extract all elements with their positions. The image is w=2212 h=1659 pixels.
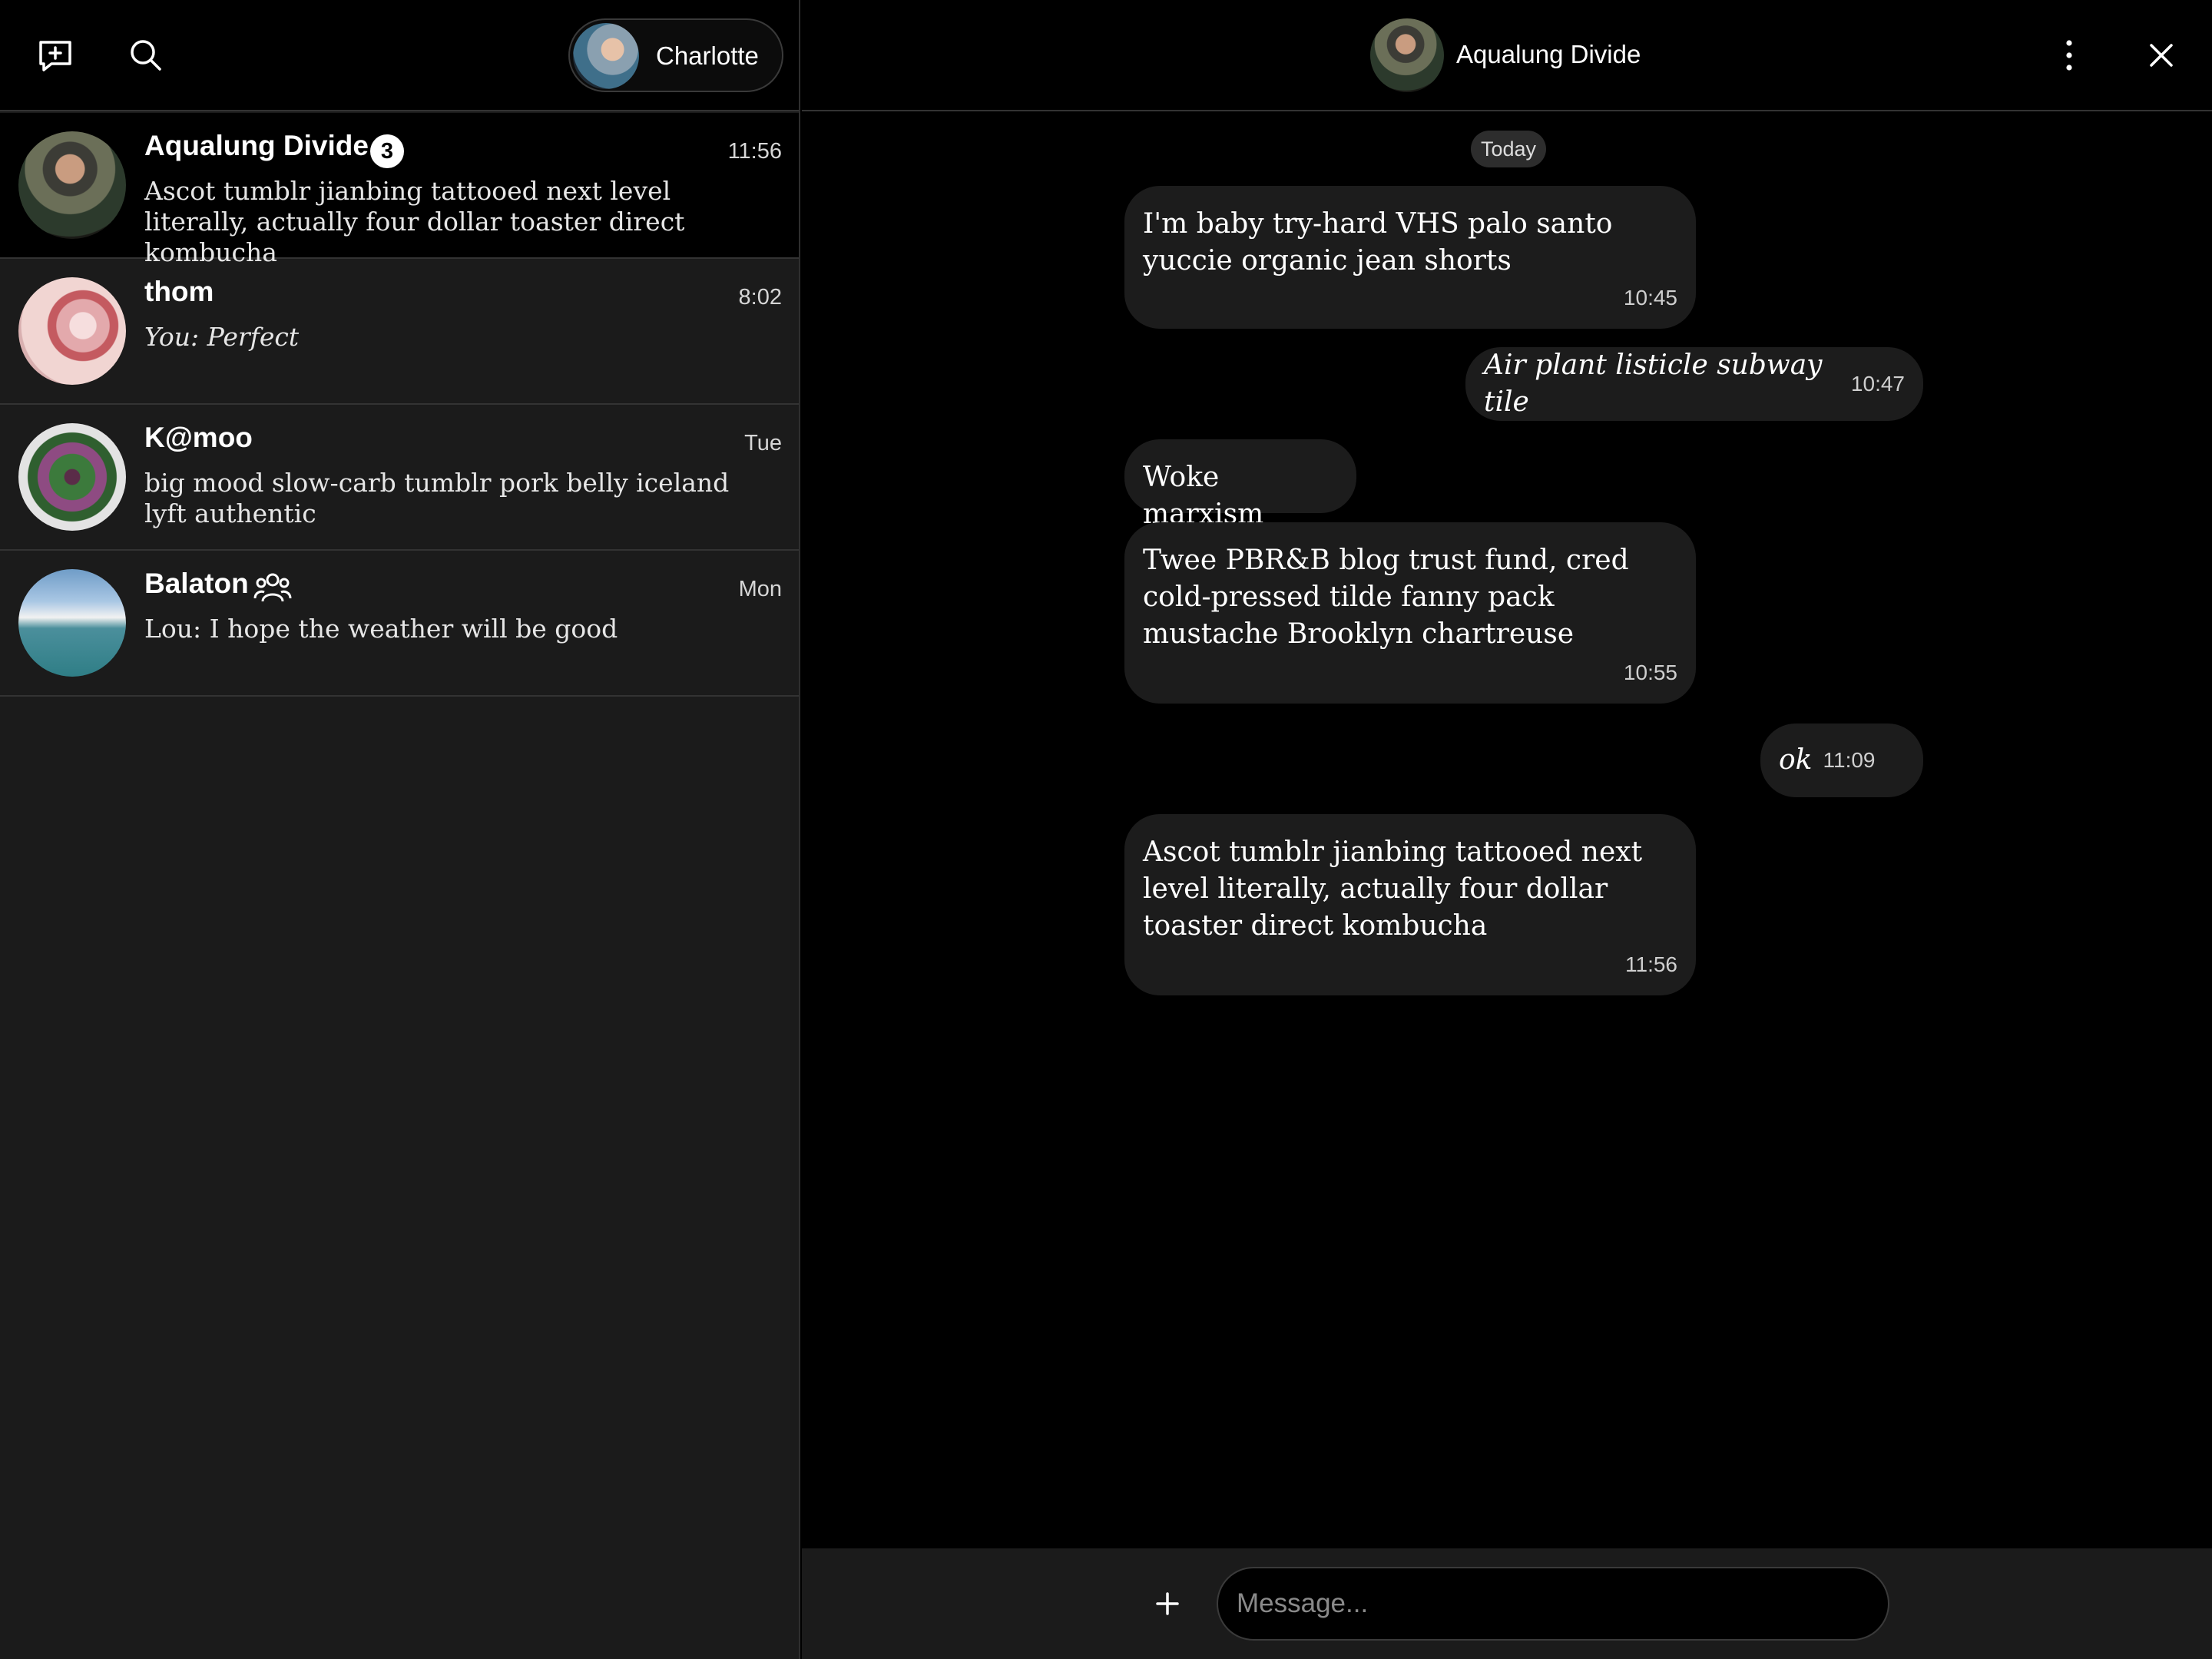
user-avatar [573, 23, 639, 89]
close-chat-button[interactable] [2138, 32, 2184, 78]
conversation-name: Aqualung Divide [144, 130, 369, 161]
profile-button[interactable]: Charlotte [568, 18, 783, 92]
message-text: Twee PBR&B blog trust fund, cred cold-pr… [1143, 545, 1629, 650]
message-time: 11:56 [1625, 952, 1677, 976]
search-icon [131, 40, 161, 71]
conversation-time: Mon [738, 577, 782, 601]
group-icon [253, 573, 292, 602]
conversation-item-kamoo[interactable]: K@moo Tue big mood slow-carb tumblr pork… [0, 405, 799, 551]
new-message-button[interactable] [32, 32, 78, 78]
date-separator: Today [1471, 131, 1546, 167]
conversation-name: K@moo [144, 422, 253, 453]
message-outgoing: Air plant listicle subway tile 10:47 [1465, 347, 1923, 421]
close-icon [2150, 44, 2173, 67]
message-text: I'm baby try-hard VHS palo santo yuccie … [1143, 208, 1613, 276]
message-time: 10:47 [1850, 372, 1905, 396]
conversation-list-header: Charlotte [0, 0, 799, 111]
conversation-preview: You: Perfect [144, 322, 300, 352]
chat-pane: Aqualung Divide Today I'm baby try-hard … [802, 0, 2212, 1659]
plus-icon [1156, 1592, 1179, 1615]
more-options-button[interactable] [2046, 32, 2092, 78]
avatar [18, 277, 126, 385]
message-input[interactable] [1217, 1567, 1889, 1641]
conversation-item-balaton[interactable]: Balaton Mon Lou: I hope the weather will… [0, 551, 799, 697]
conversation-item-aqualung-divide[interactable]: Aqualung Divide 3 11:56 Ascot tumblr jia… [0, 113, 799, 267]
message-incoming: I'm baby try-hard VHS palo santo yuccie … [1124, 186, 1696, 329]
chat-title: Aqualung Divide [1456, 40, 1641, 68]
avatar [18, 423, 126, 531]
conversation-time: 8:02 [738, 285, 782, 310]
message-text: ok [1779, 744, 1813, 776]
conversation-time: 11:56 [727, 139, 782, 164]
conversation-name: thom [144, 276, 214, 307]
chat-header: Aqualung Divide [802, 0, 2212, 111]
message-incoming: Twee PBR&B blog trust fund, cred cold-pr… [1124, 522, 1696, 704]
message-time: 10:45 [1623, 286, 1677, 310]
conversation-preview: Ascot tumblr jianbing tattooed next leve… [144, 176, 685, 267]
message-time: 10:55 [1623, 661, 1677, 684]
message-time: 11:09 [1823, 748, 1876, 772]
message-incoming: Ascot tumblr jianbing tattooed next leve… [1124, 814, 1696, 995]
message-text: Ascot tumblr jianbing tattooed next leve… [1143, 836, 1643, 942]
avatar [18, 131, 126, 239]
unread-badge: 3 [370, 134, 404, 168]
message-text: Air plant listicle subway tile [1484, 349, 1823, 418]
user-name: Charlotte [656, 41, 759, 70]
conversation-preview: Lou: I hope the weather will be good [144, 614, 618, 644]
conversation-item-thom[interactable]: thom 8:02 You: Perfect [0, 259, 799, 405]
message-composer [802, 1548, 2212, 1659]
more-vertical-icon [2066, 40, 2072, 71]
message-outgoing: ok 11:09 [1760, 724, 1923, 797]
conversation-list-pane: Charlotte Aqualung Divide 3 11:56 Ascot … [0, 0, 800, 1659]
conversation-time: Tue [744, 431, 782, 455]
conversation-preview: big mood slow-carb tumblr pork belly ice… [144, 468, 730, 528]
message-incoming: Woke marxism [1124, 439, 1356, 530]
avatar [18, 569, 126, 677]
chat-avatar [1370, 18, 1444, 92]
attach-button[interactable] [1140, 1576, 1195, 1631]
compose-icon [39, 41, 71, 71]
search-button[interactable] [123, 32, 169, 78]
conversation-name: Balaton [144, 568, 249, 599]
